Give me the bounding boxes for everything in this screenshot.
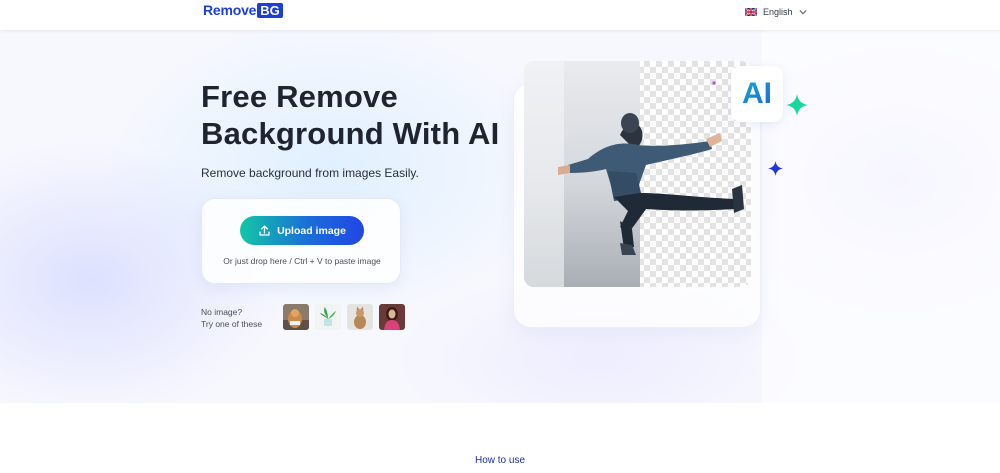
sample-prompt-line1: No image? [201,307,243,317]
upload-button-label: Upload image [277,224,346,237]
sample-images [283,304,405,330]
sample-prompt: No image? Try one of these [201,306,262,330]
jumping-person-image [524,61,751,287]
ai-badge: AI [731,66,783,122]
green-sparkle-icon [786,94,808,116]
sample-image-dog[interactable] [283,304,309,330]
hero-headline: Free Remove Background With AI [201,79,500,151]
language-label: English [763,7,793,17]
logo-word: Remove [203,2,257,18]
plant-thumbnail-icon [315,304,341,330]
hero-subtitle: Remove background from images Easily. [201,166,419,180]
how-to-use-heading: How to use [474,455,526,466]
sample-prompt-line2: Try one of these [201,319,263,329]
removebg-logo[interactable]: Remove BG [203,2,283,18]
blue-sparkle-icon [768,161,783,176]
logo-box: BG [257,2,283,18]
cat-thumbnail-icon [347,304,373,330]
woman-thumbnail-icon [379,304,405,330]
upload-image-button[interactable]: Upload image [240,216,364,245]
sample-image-woman[interactable] [379,304,405,330]
language-selector[interactable]: English [745,6,807,18]
dog-thumbnail-icon [283,304,309,330]
ai-badge-text: AI [742,77,772,110]
drop-hint-text: Or just drop here / Ctrl + V to paste im… [223,256,381,266]
chevron-down-icon [798,9,807,15]
upload-icon [259,225,270,236]
hero-section: Free Remove Background With AI Remove ba… [0,30,1000,403]
uk-flag-icon [745,8,757,16]
sample-image-plant[interactable] [315,304,341,330]
sample-image-cat[interactable] [347,304,373,330]
top-header: Remove BG English [0,0,1000,30]
upload-dropzone[interactable]: Upload image Or just drop here / Ctrl + … [201,198,401,284]
before-after-showcase [524,61,751,287]
hero-side-panel [762,30,1000,403]
